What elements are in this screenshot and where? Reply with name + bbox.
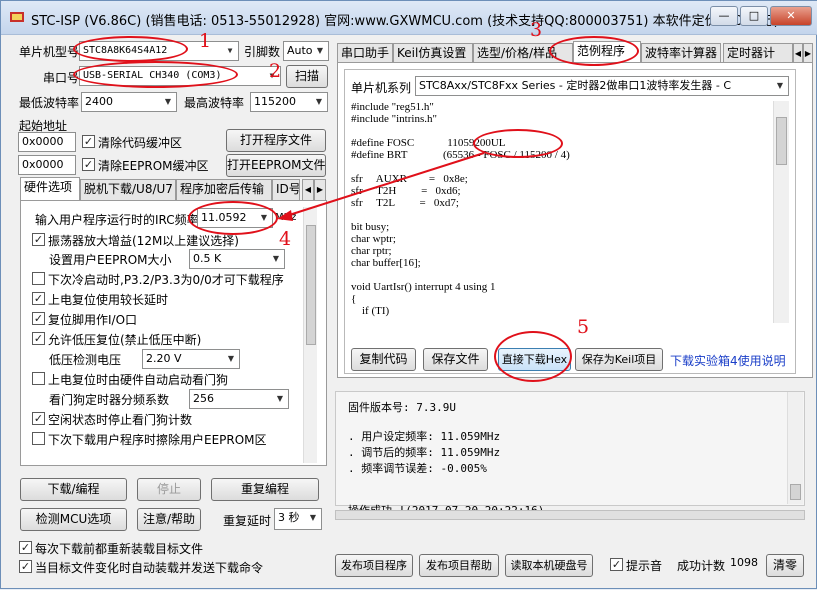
app-window: STC-ISP (V6.86C) (销售电话: 0513-55012928) 官… xyxy=(0,0,817,589)
annotation-arrow-icon xyxy=(277,152,485,221)
